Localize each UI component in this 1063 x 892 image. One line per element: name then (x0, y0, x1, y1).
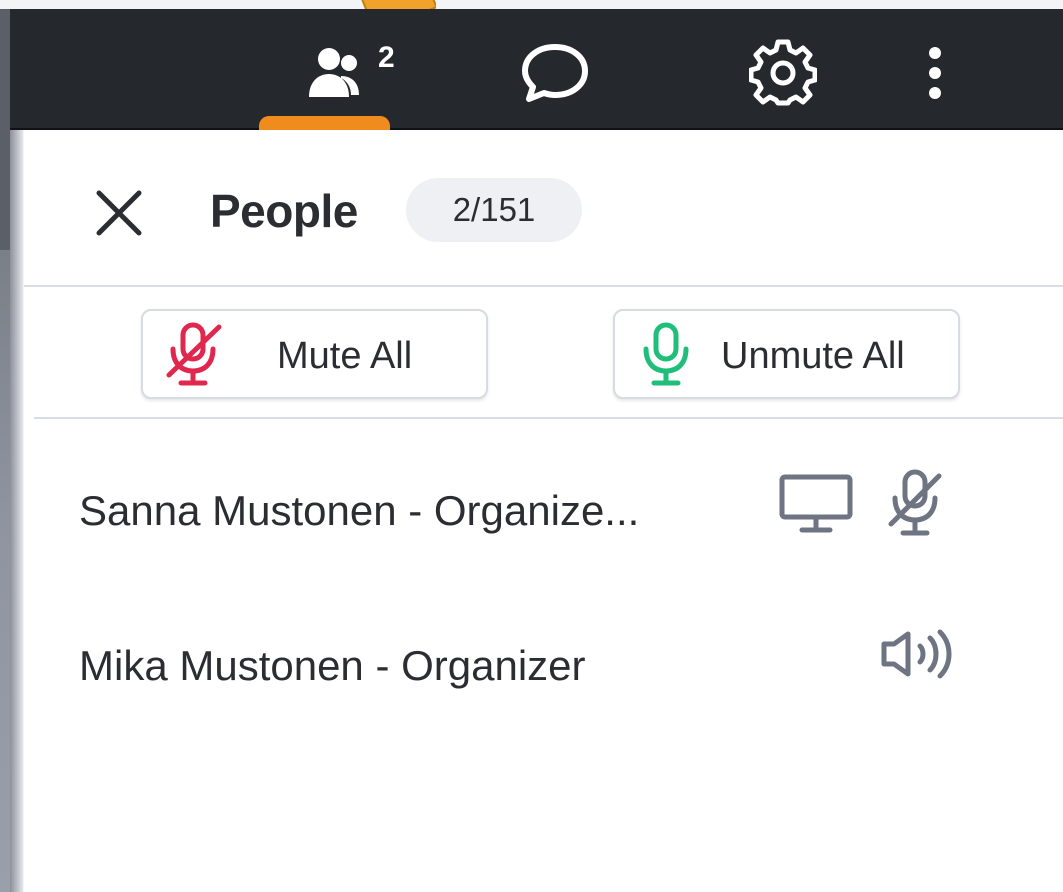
participant-name: Mika Mustonen - Organizer (79, 642, 586, 689)
chat-button[interactable] (515, 33, 595, 113)
panel-left-border (10, 130, 24, 892)
more-options-button[interactable] (910, 33, 960, 113)
participant-name: Sanna Mustonen - Organize... (79, 487, 640, 534)
people-count-badge: 2 (378, 41, 395, 74)
people-panel: People 2/151 Mute All Unmute All Sanna M… (24, 130, 1063, 892)
mute-all-label: Mute All (277, 335, 413, 377)
mute-all-button[interactable]: Mute All (141, 309, 488, 399)
mic-off-icon (880, 463, 948, 543)
chat-icon (519, 41, 591, 105)
top-toolbar: 2 (10, 9, 1063, 130)
people-icon (289, 45, 361, 101)
mic-icon (633, 321, 699, 387)
participant-count-badge: 2/151 (406, 178, 582, 242)
active-tab-indicator (259, 116, 390, 130)
bulk-audio-actions: Mute All Unmute All (34, 289, 1063, 419)
speaker-icon (876, 622, 960, 686)
gear-icon (749, 39, 817, 107)
close-icon (94, 188, 144, 243)
more-vertical-icon (925, 45, 945, 101)
participant-row[interactable]: Mika Mustonen - Organizer (24, 610, 1063, 710)
people-button[interactable] (285, 33, 365, 113)
participant-row[interactable]: Sanna Mustonen - Organize... (24, 455, 1063, 555)
settings-button[interactable] (743, 33, 823, 113)
close-button[interactable] (90, 186, 148, 244)
panel-header: People 2/151 (24, 130, 1063, 287)
panel-title: People (210, 185, 358, 237)
screen-share-icon (776, 469, 856, 539)
unmute-all-button[interactable]: Unmute All (613, 309, 960, 399)
unmute-all-label: Unmute All (721, 335, 905, 377)
top-background-strip (0, 0, 1063, 9)
background-left-edge (0, 0, 10, 892)
mic-off-icon (161, 321, 227, 387)
